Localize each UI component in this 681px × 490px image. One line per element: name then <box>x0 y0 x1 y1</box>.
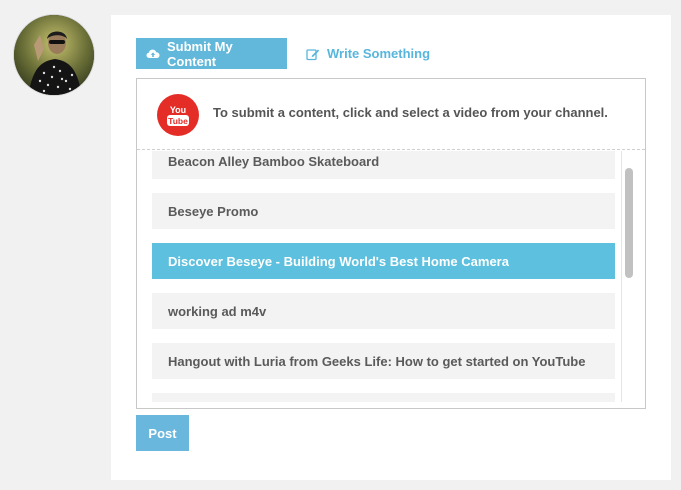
scrollbar-thumb[interactable] <box>625 168 633 278</box>
instruction-text: To submit a content, click and select a … <box>213 105 608 120</box>
tab-write-label: Write Something <box>327 46 431 61</box>
video-list-item[interactable]: Beseye Promo <box>152 193 615 229</box>
video-list[interactable]: Beacon Alley Bamboo Skateboard Beseye Pr… <box>152 151 617 402</box>
video-list-item[interactable]: working ad m4v <box>152 293 615 329</box>
content-tabs: Submit My Content Write Something <box>136 38 430 69</box>
cloud-upload-icon <box>146 47 160 61</box>
video-title: Beseye Promo <box>168 203 259 219</box>
video-title: Beacon Alley Bamboo Skateboard <box>168 153 380 169</box>
tab-submit-label: Submit My Content <box>167 38 233 69</box>
video-list-item[interactable]: Beacon Alley Bamboo Skateboard <box>152 151 615 179</box>
video-title: Hangout with Luria from Geeks Life: How … <box>168 353 586 369</box>
user-avatar <box>13 14 95 96</box>
video-list-item-selected[interactable]: Discover Beseye - Building World's Best … <box>152 243 615 279</box>
video-selection-header: You Tube To submit a content, click and … <box>137 79 645 150</box>
tab-write-something[interactable]: Write Something <box>287 38 430 69</box>
youtube-logo-tube: Tube <box>168 116 188 126</box>
youtube-logo-you: You <box>170 105 186 115</box>
video-title: Discover Beseye - Building World's Best … <box>168 253 509 269</box>
video-selection-box: You Tube To submit a content, click and … <box>136 78 646 409</box>
video-list-scrollbar[interactable] <box>621 151 635 402</box>
post-button[interactable]: Post <box>136 415 189 451</box>
edit-icon <box>306 47 320 61</box>
avatar-image <box>14 15 94 95</box>
video-list-item[interactable] <box>152 393 615 402</box>
content-panel: Submit My Content Write Something You Tu… <box>111 15 671 480</box>
youtube-icon: You Tube <box>157 94 199 136</box>
tab-submit-my-content[interactable]: Submit My Content <box>136 38 287 69</box>
video-title: working ad m4v <box>168 303 267 319</box>
video-list-item[interactable]: Hangout with Luria from Geeks Life: How … <box>152 343 615 379</box>
